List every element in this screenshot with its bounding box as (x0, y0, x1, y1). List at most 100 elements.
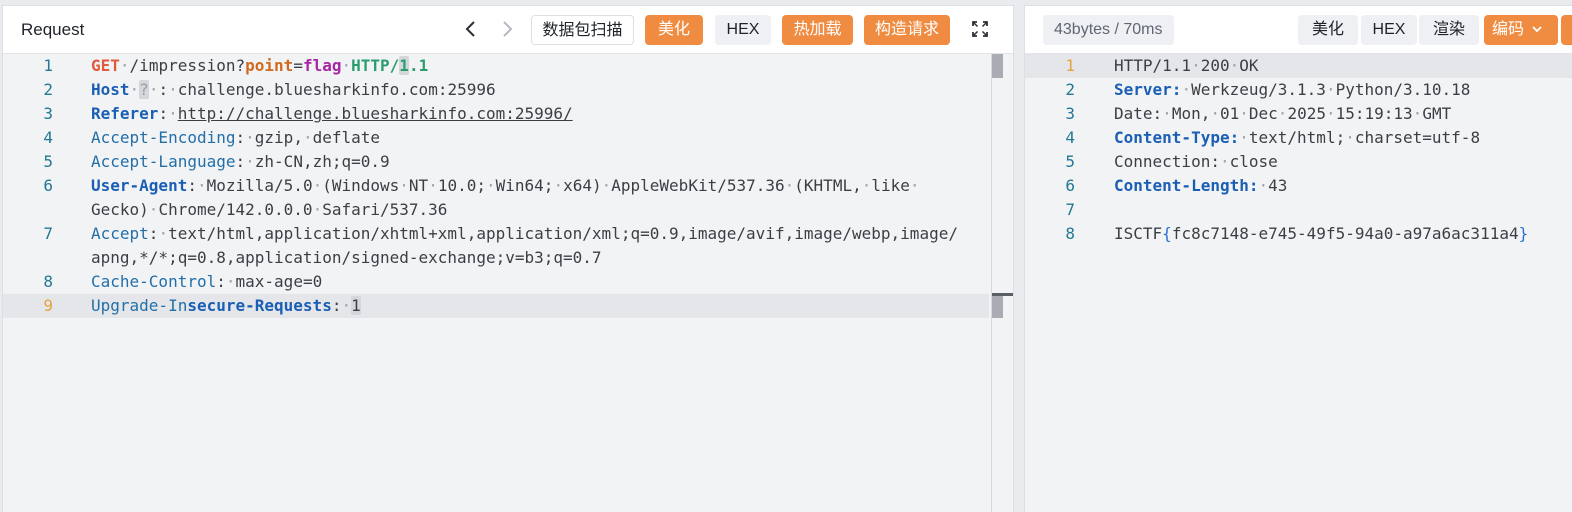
response-editor[interactable]: 1 HTTP/1.1·200·OK 2 Server:·Werkzeug/3.1.3·… (1025, 54, 1572, 512)
line-text[interactable]: Content-Length:·43 (1114, 174, 1287, 198)
token: · (129, 80, 140, 99)
line-number: 1 (43, 56, 53, 75)
token: · (399, 176, 409, 195)
line-text[interactable]: HTTP/1.1·200·OK (1114, 54, 1259, 78)
token: close (1229, 152, 1278, 171)
code-line[interactable]: 9 Upgrade-Insecure-Requests:·1 (3, 294, 989, 318)
code-line[interactable]: 8 Cache-Control:·max-age=0 (3, 270, 1013, 294)
line-text[interactable]: User-Agent:·Mozilla/5.0·(Windows·NT·10.0… (91, 174, 920, 198)
line-number: 8 (1065, 224, 1075, 243)
token: · (1258, 176, 1269, 195)
line-number: 7 (1065, 200, 1075, 219)
code-line[interactable]: 6 Content-Length:·43 (1025, 174, 1572, 198)
render-button[interactable]: 渲染 (1419, 15, 1479, 45)
code-line[interactable]: 1 HTTP/1.1·200·OK (1025, 54, 1572, 78)
line-text[interactable]: apng,*/*;q=0.8,application/signed-exchan… (91, 246, 602, 270)
line-text[interactable]: Referer:·http://challenge.bluesharkinfo.… (91, 102, 573, 126)
line-text[interactable]: Content-Type:·text/html;·charset=utf-8 (1114, 126, 1480, 150)
token: · (196, 176, 207, 195)
token: · (601, 176, 612, 195)
line-number: 1 (1065, 56, 1075, 75)
token: x64) (563, 176, 602, 195)
code-line[interactable]: 2 Server:·Werkzeug/3.1.3·Python/3.10.18 (1025, 78, 1572, 102)
line-text[interactable]: Server:·Werkzeug/3.1.3·Python/3.10.18 (1114, 78, 1470, 102)
token: 10.0; (437, 176, 486, 195)
back-button[interactable] (459, 17, 483, 41)
code-line[interactable]: 4 Content-Type:·text/html;·charset=utf-8 (1025, 126, 1572, 150)
line-text[interactable]: Date:·Mon,·01·Dec·2025·15:19:13·GMT (1114, 102, 1451, 126)
code-line[interactable]: 4 Accept-Encoding:·gzip,·deflate (3, 126, 1013, 150)
token: } (1518, 224, 1529, 243)
token: · (1191, 56, 1201, 75)
line-number: 4 (1065, 128, 1075, 147)
token: · (553, 176, 564, 195)
line-text[interactable]: Accept:·text/html,application/xhtml+xml,… (91, 222, 958, 246)
token: Connection: (1114, 152, 1220, 171)
line-text[interactable]: Accept-Language:·zh-CN,zh;q=0.9 (91, 150, 390, 174)
line-text[interactable]: Accept-Encoding:·gzip,·deflate (91, 126, 380, 150)
beautify-button[interactable]: 美化 (1298, 15, 1358, 45)
extra-button[interactable] (1561, 15, 1572, 45)
code-line[interactable]: 7 (1025, 198, 1572, 222)
token: · (168, 80, 178, 99)
code-line[interactable]: 5 Connection:·close (1025, 150, 1572, 174)
hex-button[interactable]: HEX (715, 15, 771, 45)
token: Python/3.10.18 (1335, 80, 1471, 99)
token: GET (91, 56, 120, 75)
line-text[interactable]: Host·?·:·challenge.bluesharkinfo.com:259… (91, 78, 496, 102)
response-panel: 43bytes / 70ms 美化 HEX 渲染 编码 1 HTTP/1.1·20… (1024, 5, 1572, 512)
code-line[interactable]: Gecko)·Chrome/142.0.0.0·Safari/537.36 (3, 198, 1013, 222)
token: deflate (312, 128, 381, 147)
line-number: 3 (43, 104, 53, 123)
token: Upgrade-In (91, 296, 188, 315)
token: Mon, (1171, 104, 1211, 123)
line-number: 2 (1065, 80, 1075, 99)
scrollbar-thumb[interactable] (992, 54, 1003, 78)
forward-button[interactable] (495, 17, 519, 41)
line-text[interactable]: Connection:·close (1114, 150, 1278, 174)
token: Accept-Encoding (91, 128, 236, 147)
request-editor[interactable]: 1 GET·/impression?point=flag·HTTP/1.1 2 Hos… (3, 54, 1013, 512)
encode-dropdown[interactable]: 编码 (1484, 15, 1558, 45)
code-line[interactable]: apng,*/*;q=0.8,application/signed-exchan… (3, 246, 1013, 270)
code-line[interactable]: 7 Accept:·text/html,application/xhtml+xml… (3, 222, 1013, 246)
token: 1 (351, 296, 361, 315)
token: · (1412, 104, 1423, 123)
token: : (187, 176, 197, 195)
token: 2025 (1287, 104, 1326, 123)
packet-scan-button[interactable]: 数据包扫描 (531, 15, 634, 45)
token: Dec (1248, 104, 1278, 123)
code-line[interactable]: 1 GET·/impression?point=flag·HTTP/1.1 (3, 54, 1013, 78)
line-number: 8 (43, 272, 53, 291)
code-line[interactable]: 6 User-Agent:·Mozilla/5.0·(Windows·NT·10.… (3, 174, 1013, 198)
token: : (148, 224, 159, 243)
code-line[interactable]: 5 Accept-Language:·zh-CN,zh;q=0.9 (3, 150, 1013, 174)
line-text[interactable]: ISCTF{fc8c7148-e745-49f5-94a0-a97a6ac311… (1114, 222, 1528, 246)
code-line[interactable]: 8 ISCTF{fc8c7148-e745-49f5-94a0-a97a6ac31… (1025, 222, 1572, 246)
line-text[interactable]: GET·/impression?point=flag·HTTP/1.1 (91, 54, 428, 78)
token: · (861, 176, 872, 195)
token: AppleWebKit/537.36 (611, 176, 785, 195)
token: 01 (1219, 104, 1240, 123)
beautify-button[interactable]: 美化 (645, 15, 703, 45)
scrollbar-track[interactable] (991, 54, 992, 512)
code-line[interactable]: 3 Date:·Mon,·01·Dec·2025·15:19:13·GMT (1025, 102, 1572, 126)
build-request-button[interactable]: 构造请求 (864, 15, 950, 45)
hex-button[interactable]: HEX (1361, 15, 1417, 45)
token: flag (302, 56, 342, 75)
hot-reload-button[interactable]: 热加载 (782, 15, 853, 45)
token: · (312, 176, 323, 195)
line-text[interactable]: Upgrade-Insecure-Requests:·1 (91, 294, 361, 318)
line-text[interactable]: Gecko)·Chrome/142.0.0.0·Safari/537.36 (91, 198, 447, 222)
token: text/html; (1248, 128, 1346, 147)
line-number: 5 (43, 152, 53, 171)
token: 200 (1200, 56, 1230, 75)
token: · (486, 176, 496, 195)
token: HTTP/1.1 (1114, 56, 1192, 75)
token: · (1162, 104, 1172, 123)
line-text[interactable]: Cache-Control:·max-age=0 (91, 270, 322, 294)
code-line[interactable]: 2 Host·?·:·challenge.bluesharkinfo.com:25… (3, 78, 1013, 102)
code-line[interactable]: 3 Referer:·http://challenge.bluesharkinfo… (3, 102, 1013, 126)
fullscreen-button[interactable] (970, 19, 990, 39)
token: · (302, 128, 313, 147)
